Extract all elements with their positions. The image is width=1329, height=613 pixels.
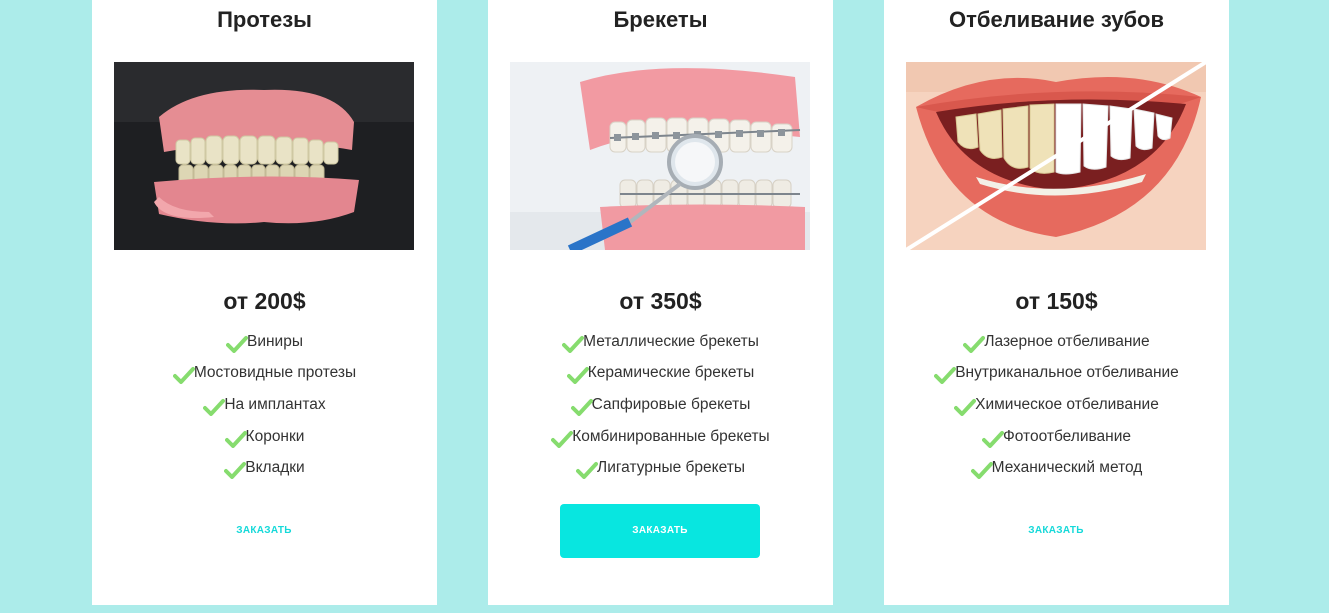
- checkmark-icon: [551, 430, 574, 448]
- checkmark-icon: [224, 462, 247, 480]
- order-button[interactable]: ЗАКАЗАТЬ: [956, 504, 1156, 558]
- checkmark-icon: [226, 335, 248, 353]
- list-item: Фотоотбеливание: [884, 421, 1229, 453]
- checkmark-icon: [934, 367, 957, 385]
- order-button[interactable]: ЗАКАЗАТЬ: [560, 504, 760, 558]
- checkmark-icon: [970, 462, 993, 480]
- checkmark-icon: [981, 430, 1004, 448]
- checkmark-icon: [570, 398, 593, 416]
- service-card-braces: Брекеты от 350$ Металлические брекеты Ке…: [488, 0, 833, 605]
- feature-list: Лазерное отбеливание Внутриканальное отб…: [884, 326, 1229, 484]
- feature-label: Керамические брекеты: [587, 364, 755, 382]
- list-item: Внутриканальное отбеливание: [884, 358, 1229, 390]
- list-item: Механический метод: [884, 452, 1229, 484]
- checkmark-icon: [963, 335, 986, 353]
- feature-label: На имплантах: [224, 395, 326, 413]
- feature-label: Внутриканальное отбеливание: [955, 364, 1179, 382]
- list-item: Лигатурные брекеты: [488, 452, 833, 484]
- list-item: Комбинированные брекеты: [488, 421, 833, 453]
- checkmark-icon: [576, 462, 599, 480]
- card-price: от 350$: [619, 288, 702, 314]
- whitening-image: [906, 62, 1206, 250]
- feature-label: Коронки: [245, 427, 305, 445]
- card-price: от 150$: [1015, 288, 1098, 314]
- braces-image: [510, 62, 810, 250]
- list-item: Виниры: [92, 326, 437, 358]
- list-item: Коронки: [92, 421, 437, 453]
- card-price: от 200$: [223, 288, 306, 314]
- checkmark-icon: [562, 335, 585, 353]
- feature-label: Механический метод: [991, 459, 1143, 477]
- card-title: Отбеливание зубов: [948, 7, 1164, 32]
- checkmark-icon: [566, 367, 589, 385]
- service-card-whitening: Отбеливание зубов от 150$ Лазерное отбел…: [884, 0, 1229, 605]
- feature-label: Мостовидные протезы: [193, 364, 357, 382]
- feature-label: Комбинированные брекеты: [572, 427, 770, 445]
- feature-label: Фотоотбеливание: [1002, 427, 1132, 445]
- list-item: Сапфировые брекеты: [488, 389, 833, 421]
- checkmark-icon: [172, 367, 195, 385]
- card-title: Брекеты: [613, 7, 708, 32]
- feature-label: Вкладки: [245, 459, 305, 477]
- list-item: Лазерное отбеливание: [884, 326, 1229, 358]
- feature-label: Лигатурные брекеты: [597, 459, 745, 477]
- list-item: Мостовидные протезы: [92, 358, 437, 390]
- list-item: Химическое отбеливание: [884, 389, 1229, 421]
- checkmark-icon: [224, 430, 247, 448]
- feature-label: Химическое отбеливание: [975, 395, 1159, 413]
- feature-list: Виниры Мостовидные протезы На имплантах …: [92, 326, 437, 484]
- list-item: Керамические брекеты: [488, 358, 833, 390]
- feature-label: Сапфировые брекеты: [591, 395, 751, 413]
- order-button[interactable]: ЗАКАЗАТЬ: [164, 504, 364, 558]
- card-title: Протезы: [217, 7, 312, 32]
- service-card-dentures: Протезы от 200$ Виниры Мостовидные проте…: [92, 0, 437, 605]
- feature-list: Металлические брекеты Керамические бреке…: [488, 326, 833, 484]
- checkmark-icon: [954, 398, 977, 416]
- checkmark-icon: [203, 398, 226, 416]
- feature-label: Металлические брекеты: [583, 332, 759, 350]
- feature-label: Лазерное отбеливание: [984, 332, 1150, 350]
- list-item: На имплантах: [92, 389, 437, 421]
- list-item: Вкладки: [92, 452, 437, 484]
- dentures-image: [114, 62, 414, 250]
- list-item: Металлические брекеты: [488, 326, 833, 358]
- feature-label: Виниры: [247, 332, 303, 350]
